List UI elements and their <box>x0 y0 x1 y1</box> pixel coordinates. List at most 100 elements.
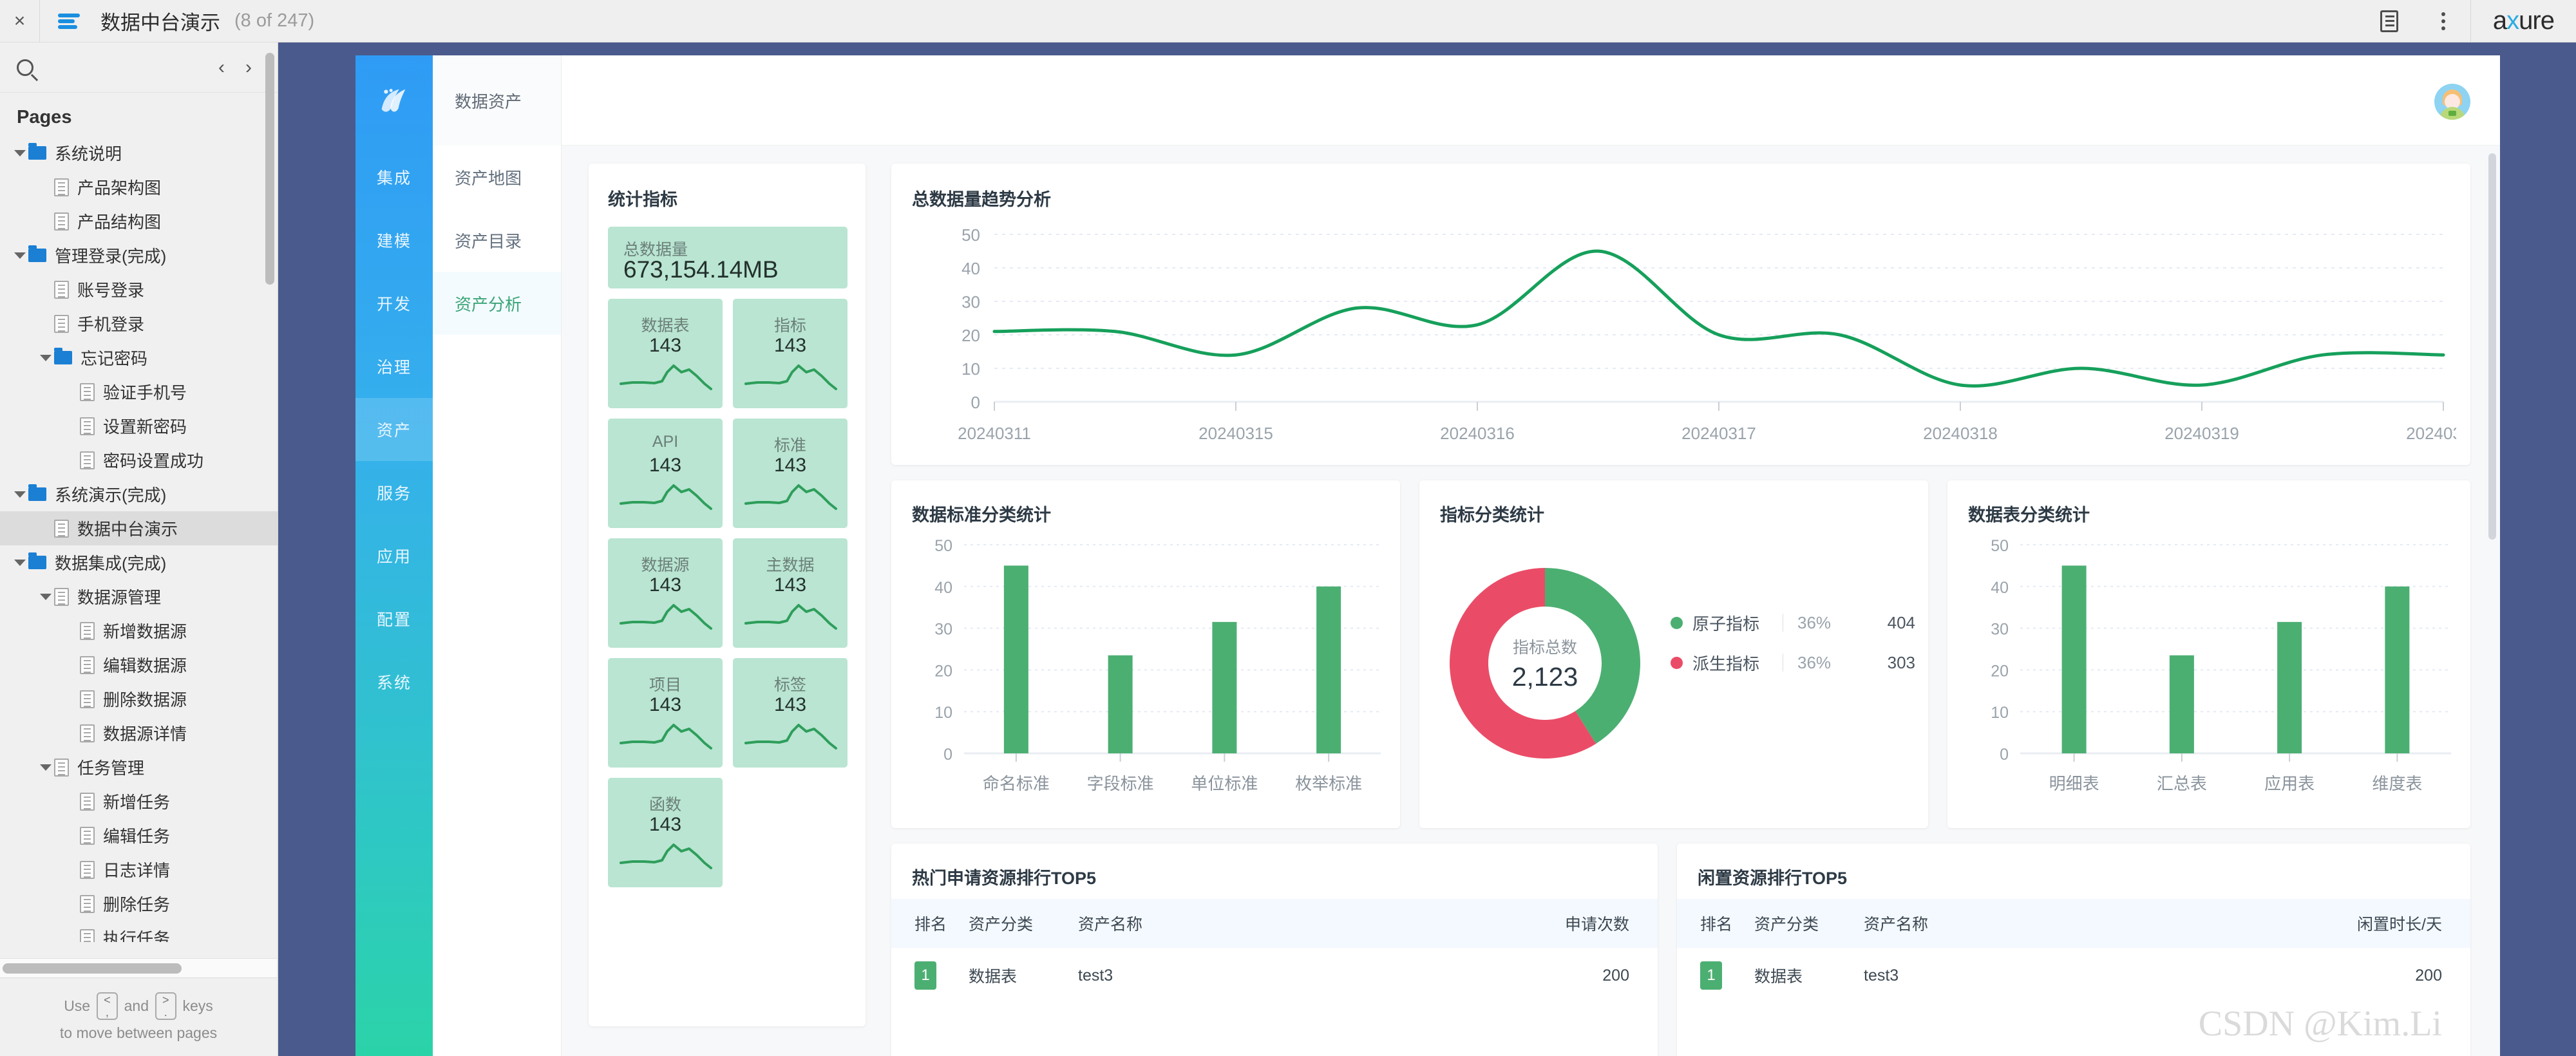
board-vertical-scrollbar[interactable] <box>2488 153 2496 540</box>
tree-page-item[interactable]: 验证手机号 <box>0 375 278 409</box>
page-counter: (8 of 247) <box>234 10 314 32</box>
trend-line-chart: 0102030405020240311202403152024031620240… <box>898 215 2456 453</box>
previous-page-button[interactable]: ‹ <box>218 58 225 77</box>
table-row[interactable]: 1 数据表 test3 200 <box>1677 948 2470 1003</box>
tree-page-item[interactable]: 编辑数据源 <box>0 648 278 682</box>
tree-folder-item[interactable]: 管理登录(完成) <box>0 238 278 272</box>
column-header-category: 资产分类 <box>1754 912 1864 935</box>
stat-tile-label: 标签 <box>733 672 848 695</box>
legend-row-0[interactable]: 原子指标36%404 <box>1671 603 1915 643</box>
tree-page-item[interactable]: 任务管理 <box>0 750 278 784</box>
rail-item-3[interactable]: 治理 <box>355 335 433 398</box>
pages-search-bar[interactable]: ‹ › <box>0 42 278 93</box>
chevron-down-icon[interactable] <box>12 145 28 162</box>
stat-tile-2[interactable]: 指标143 <box>733 299 848 408</box>
stat-tile-1[interactable]: 数据表143 <box>608 299 723 408</box>
tree-page-item[interactable]: 删除数据源 <box>0 682 278 716</box>
stat-tile-3[interactable]: API143 <box>608 419 723 528</box>
chevron-down-icon[interactable] <box>12 554 28 571</box>
submenu-item-0[interactable]: 资产地图 <box>433 146 561 209</box>
tree-folder-item[interactable]: 数据集成(完成) <box>0 545 278 580</box>
tree-page-item[interactable]: 新增任务 <box>0 784 278 818</box>
stat-tile-label: 标准 <box>733 433 848 456</box>
svg-text:0: 0 <box>971 393 980 412</box>
chevron-down-icon[interactable] <box>37 350 54 366</box>
rail-item-5[interactable]: 服务 <box>355 461 433 524</box>
stat-tile-4[interactable]: 标准143 <box>733 419 848 528</box>
sidebar-toggle-button[interactable] <box>40 0 98 42</box>
tree-folder-item[interactable]: 系统演示(完成) <box>0 477 278 511</box>
page-icon <box>80 622 95 640</box>
pages-tree-vertical-scrollbar[interactable] <box>265 53 274 285</box>
column-header-rank: 排名 <box>891 912 969 935</box>
avatar[interactable] <box>2434 84 2470 120</box>
table-category-chart-card: 数据表分类统计 01020304050明细表汇总表应用表维度表 <box>1947 480 2470 828</box>
tree-page-item[interactable]: 设置新密码 <box>0 409 278 443</box>
stat-tile-7[interactable]: 项目143 <box>608 658 723 768</box>
tree-page-item[interactable]: 执行任务 <box>0 921 278 942</box>
chevron-down-icon[interactable] <box>12 247 28 264</box>
tree-page-item[interactable]: 数据源详情 <box>0 716 278 750</box>
rail-item-8[interactable]: 系统 <box>355 650 433 713</box>
chevron-down-icon[interactable] <box>37 759 54 776</box>
next-key-top: > <box>162 994 169 1006</box>
tree-page-item[interactable]: 删除任务 <box>0 887 278 921</box>
rail-item-4[interactable]: 资产 <box>355 398 433 461</box>
rail-item-label: 配置 <box>377 607 412 630</box>
table-row[interactable]: 1 数据表 test3 200 <box>891 948 1658 1003</box>
close-button[interactable]: × <box>0 0 40 42</box>
legend-row-1[interactable]: 派生指标36%303 <box>1671 643 1915 683</box>
svg-text:30: 30 <box>934 621 952 639</box>
toolbar-right-group: axure <box>2362 0 2576 42</box>
logo-letter-e: e <box>2541 6 2554 35</box>
rail-item-label: 开发 <box>377 292 412 315</box>
tree-page-item[interactable]: 手机登录 <box>0 306 278 341</box>
submenu-item-2[interactable]: 资产分析 <box>433 272 561 335</box>
page-icon <box>80 451 95 469</box>
stat-tile-6[interactable]: 主数据143 <box>733 538 848 648</box>
cell-rank: 1 <box>891 961 969 990</box>
app-logo[interactable] <box>355 55 433 146</box>
tree-page-item[interactable]: 编辑任务 <box>0 818 278 853</box>
tree-page-item[interactable]: 数据中台演示 <box>0 511 278 545</box>
submenu-item-1[interactable]: 资产目录 <box>433 209 561 272</box>
tree-folder-item[interactable]: 系统说明 <box>0 136 278 170</box>
stat-tile-8[interactable]: 标签143 <box>733 658 848 768</box>
legend-label: 派生指标 <box>1692 651 1783 675</box>
tree-page-item[interactable]: 产品架构图 <box>0 170 278 204</box>
rail-item-7[interactable]: 配置 <box>355 587 433 650</box>
svg-text:明细表: 明细表 <box>2049 774 2099 793</box>
cell-idle-days: 200 <box>2322 966 2470 985</box>
rail-item-1[interactable]: 建模 <box>355 209 433 272</box>
tree-page-item[interactable]: 新增数据源 <box>0 614 278 648</box>
stat-tile-5[interactable]: 数据源143 <box>608 538 723 648</box>
tree-folder-item[interactable]: 忘记密码 <box>0 341 278 375</box>
tree-page-item[interactable]: 产品结构图 <box>0 204 278 238</box>
document-icon <box>2380 10 2398 32</box>
stat-tile-0[interactable]: 总数据量673,154.14MB <box>608 227 848 288</box>
svg-text:20240316: 20240316 <box>1440 424 1515 443</box>
next-page-button[interactable]: › <box>245 58 252 77</box>
stat-tile-9[interactable]: 函数143 <box>608 778 723 887</box>
folder-icon <box>28 487 46 501</box>
rail-item-6[interactable]: 应用 <box>355 524 433 587</box>
page-icon <box>54 588 69 606</box>
more-options-button[interactable] <box>2416 0 2470 42</box>
rail-item-label: 应用 <box>377 544 412 567</box>
page-icon <box>80 417 95 435</box>
tree-page-item[interactable]: 日志详情 <box>0 853 278 887</box>
rail-item-2[interactable]: 开发 <box>355 272 433 335</box>
tree-page-item[interactable]: 密码设置成功 <box>0 443 278 477</box>
notes-panel-button[interactable] <box>2362 0 2416 42</box>
kebab-menu-icon <box>2441 12 2445 30</box>
chevron-down-icon[interactable] <box>12 486 28 503</box>
axure-logo[interactable]: axure <box>2471 6 2576 35</box>
pages-tree-horizontal-scrollbar[interactable] <box>3 963 182 974</box>
tree-page-item[interactable]: 数据源管理 <box>0 580 278 614</box>
stat-tile-label: 主数据 <box>733 552 848 576</box>
page-icon <box>54 315 69 333</box>
tree-page-item[interactable]: 账号登录 <box>0 272 278 306</box>
chevron-down-icon[interactable] <box>37 589 54 605</box>
rail-item-0[interactable]: 集成 <box>355 146 433 209</box>
tree-item-label: 数据集成(完成) <box>55 551 166 574</box>
